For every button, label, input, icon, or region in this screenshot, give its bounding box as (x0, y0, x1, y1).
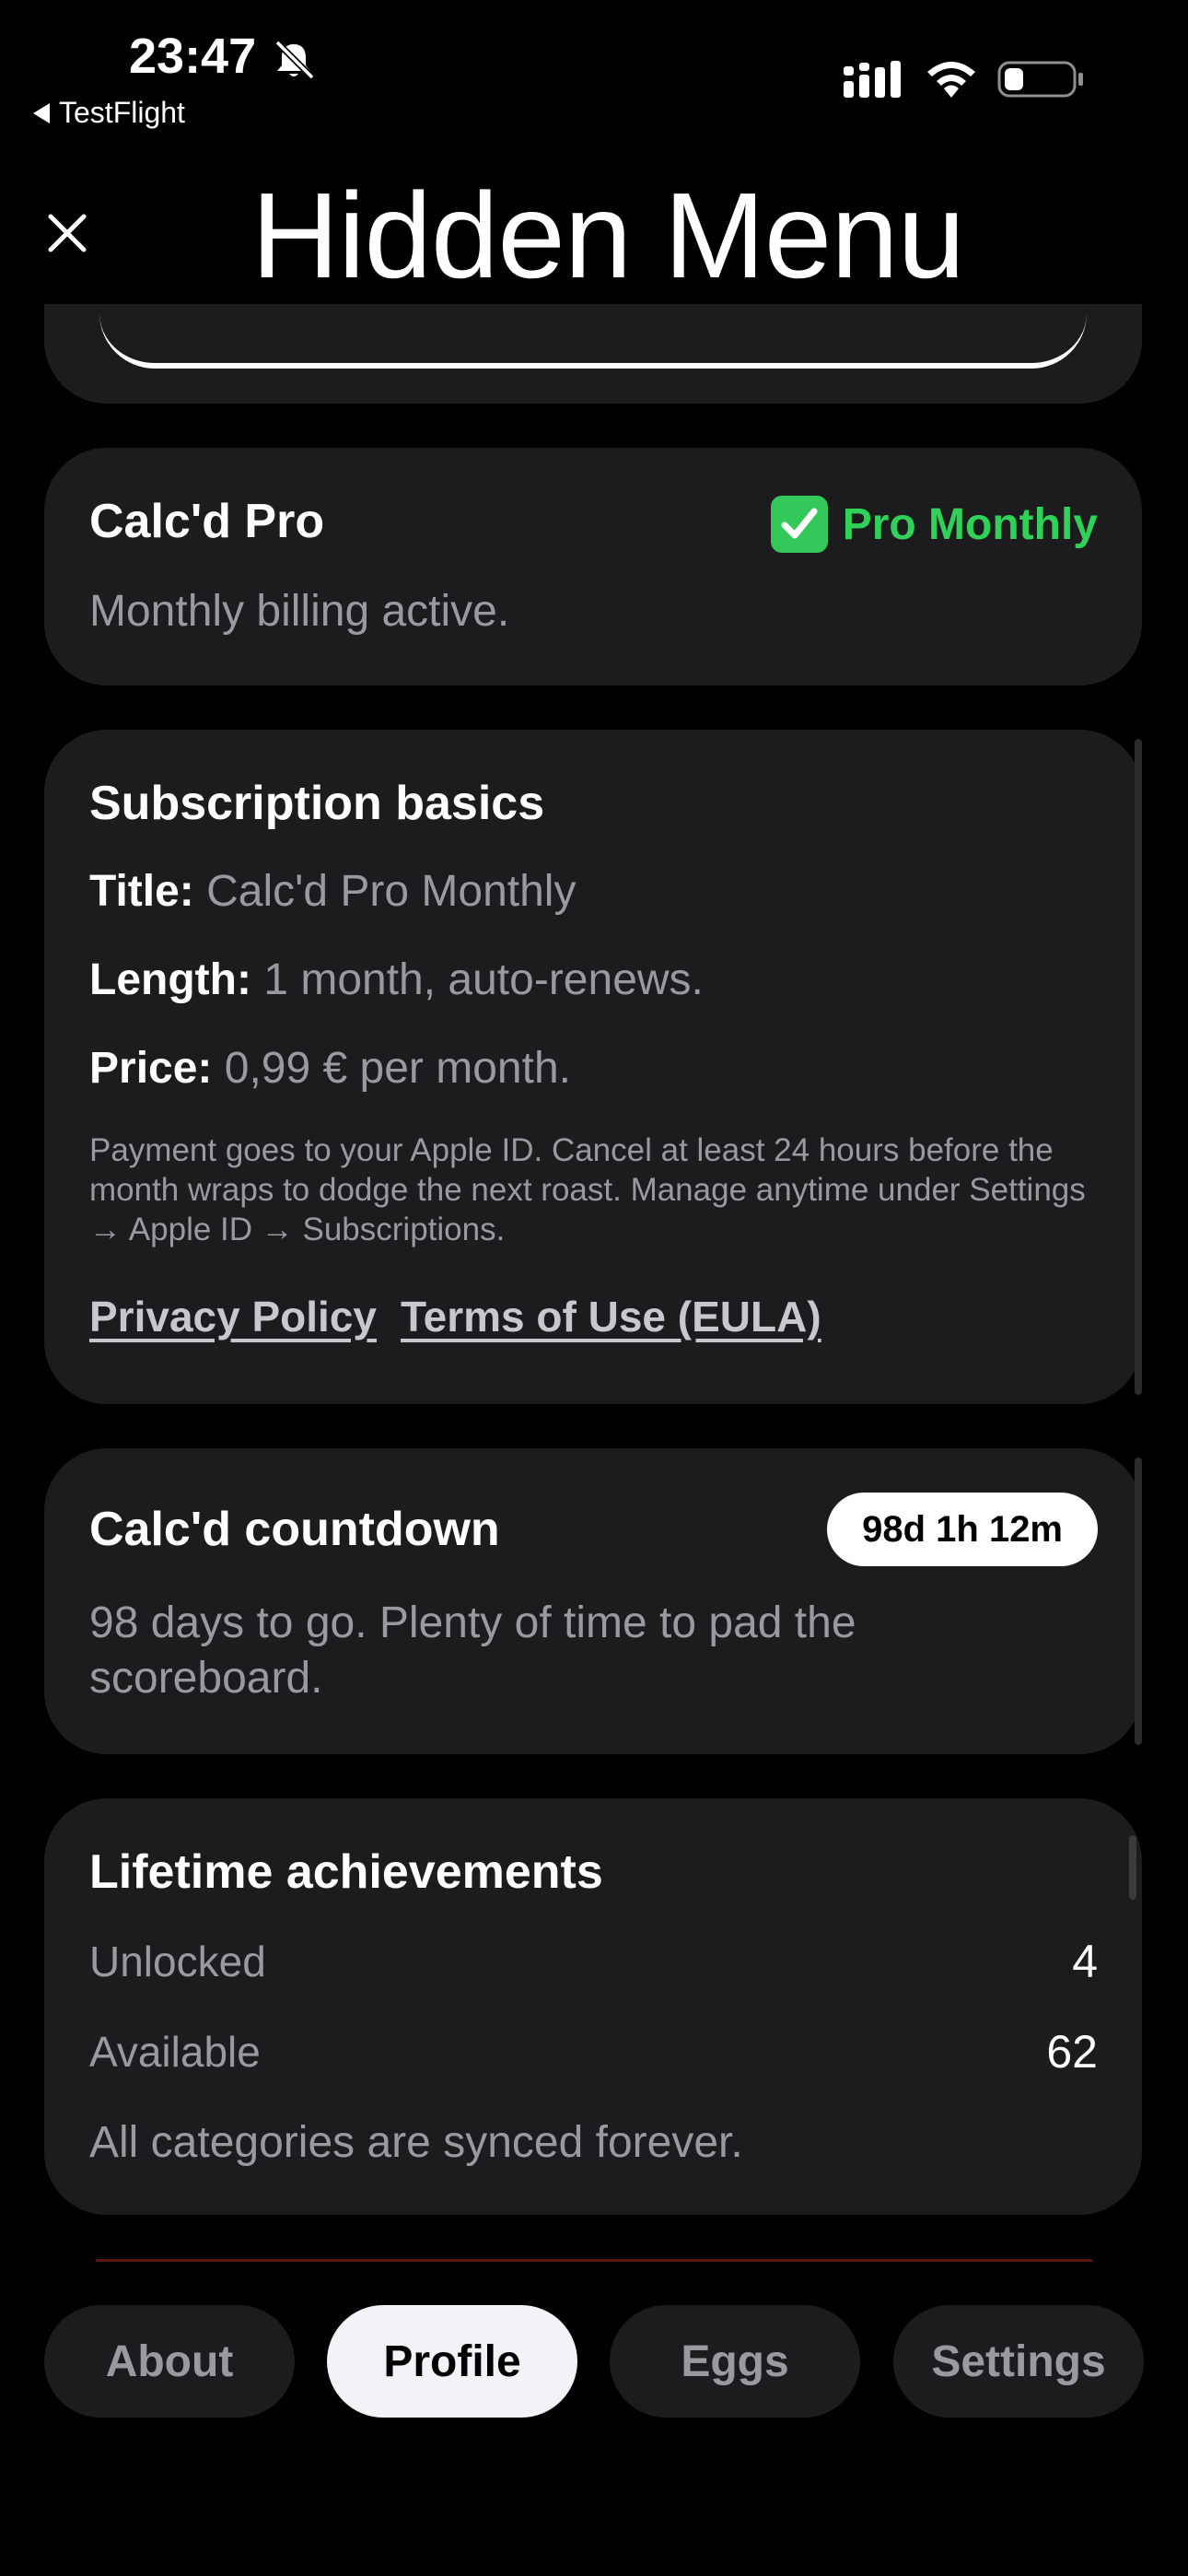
unlocked-value: 4 (1072, 1936, 1098, 1987)
subscription-basics-card: Subscription basics Title: Calc'd Pro Mo… (44, 730, 1142, 1404)
achievements-note: All categories are synced forever. (89, 2118, 743, 2167)
countdown-text: 98 days to go. Plenty of time to pad the… (89, 1598, 856, 1703)
checkmark-icon (770, 496, 828, 553)
cellular-signal-icon (844, 61, 901, 98)
price-label: Price: (89, 1044, 213, 1093)
subscription-title-row: Title: Calc'd Pro Monthly (89, 866, 576, 917)
available-value: 62 (1046, 2026, 1098, 2078)
title-label: Title: (89, 867, 194, 916)
subscription-length-row: Length: 1 month, auto-renews. (89, 954, 704, 1005)
previous-card-partial (44, 304, 1142, 404)
countdown-title: Calc'd countdown (89, 1503, 500, 1556)
legal-links: Privacy Policy Terms of Use (EULA) (89, 1292, 821, 1341)
tab-about[interactable]: About (44, 2305, 295, 2418)
title-value: Calc'd Pro Monthly (206, 867, 577, 916)
length-label: Length: (89, 955, 251, 1004)
pro-card-description: Monthly billing active. (89, 587, 510, 636)
subscription-price-row: Price: 0,99 € per month. (89, 1043, 571, 1094)
pro-status-card: Calc'd Pro Pro Monthly Monthly billing a… (44, 448, 1142, 685)
unlocked-row: Unlocked 4 (89, 1935, 1098, 1988)
countdown-badge: 98d 1h 12m (827, 1493, 1098, 1566)
subscription-fine-print: Payment goes to your Apple ID. Cancel at… (89, 1132, 1086, 1247)
pro-badge-label: Pro Monthly (842, 499, 1098, 549)
back-label: TestFlight (59, 96, 185, 129)
tab-eggs[interactable]: Eggs (610, 2305, 860, 2418)
status-time: 23:47 (129, 29, 257, 84)
price-value: 0,99 € per month. (224, 1044, 571, 1093)
back-arrow-icon (33, 102, 50, 123)
page-title: Hidden Menu (250, 168, 965, 303)
card-scrollbar (1129, 1835, 1136, 1900)
pro-status-badge: Pro Monthly (770, 496, 1098, 553)
card-scrollbar (1135, 1458, 1142, 1745)
available-row: Available 62 (89, 2025, 1098, 2078)
available-label: Available (89, 2028, 261, 2076)
battery-icon (997, 61, 1083, 98)
unlocked-label: Unlocked (89, 1938, 266, 1985)
length-value: 1 month, auto-renews. (263, 955, 704, 1004)
lifetime-achievements-card: Lifetime achievements Unlocked 4 Availab… (44, 1798, 1142, 2215)
wifi-icon (927, 62, 975, 98)
bottom-tab-bar: About Profile Eggs Settings (44, 2305, 1144, 2418)
subscription-heading: Subscription basics (89, 777, 545, 830)
card-scrollbar (1135, 739, 1142, 1395)
bell-slash-icon (274, 40, 315, 80)
pro-card-title: Calc'd Pro (89, 495, 325, 548)
terms-of-use-link[interactable]: Terms of Use (EULA) (401, 1292, 821, 1341)
countdown-card: Calc'd countdown 98d 1h 12m 98 days to g… (44, 1448, 1142, 1754)
achievements-title: Lifetime achievements (89, 1845, 603, 1899)
previous-card-button-edge (99, 304, 1087, 369)
tab-settings[interactable]: Settings (893, 2305, 1144, 2418)
back-to-testflight[interactable]: TestFlight (33, 96, 185, 130)
tab-profile[interactable]: Profile (327, 2305, 577, 2418)
next-card-edge (96, 2259, 1092, 2262)
privacy-policy-link[interactable]: Privacy Policy (89, 1292, 377, 1341)
